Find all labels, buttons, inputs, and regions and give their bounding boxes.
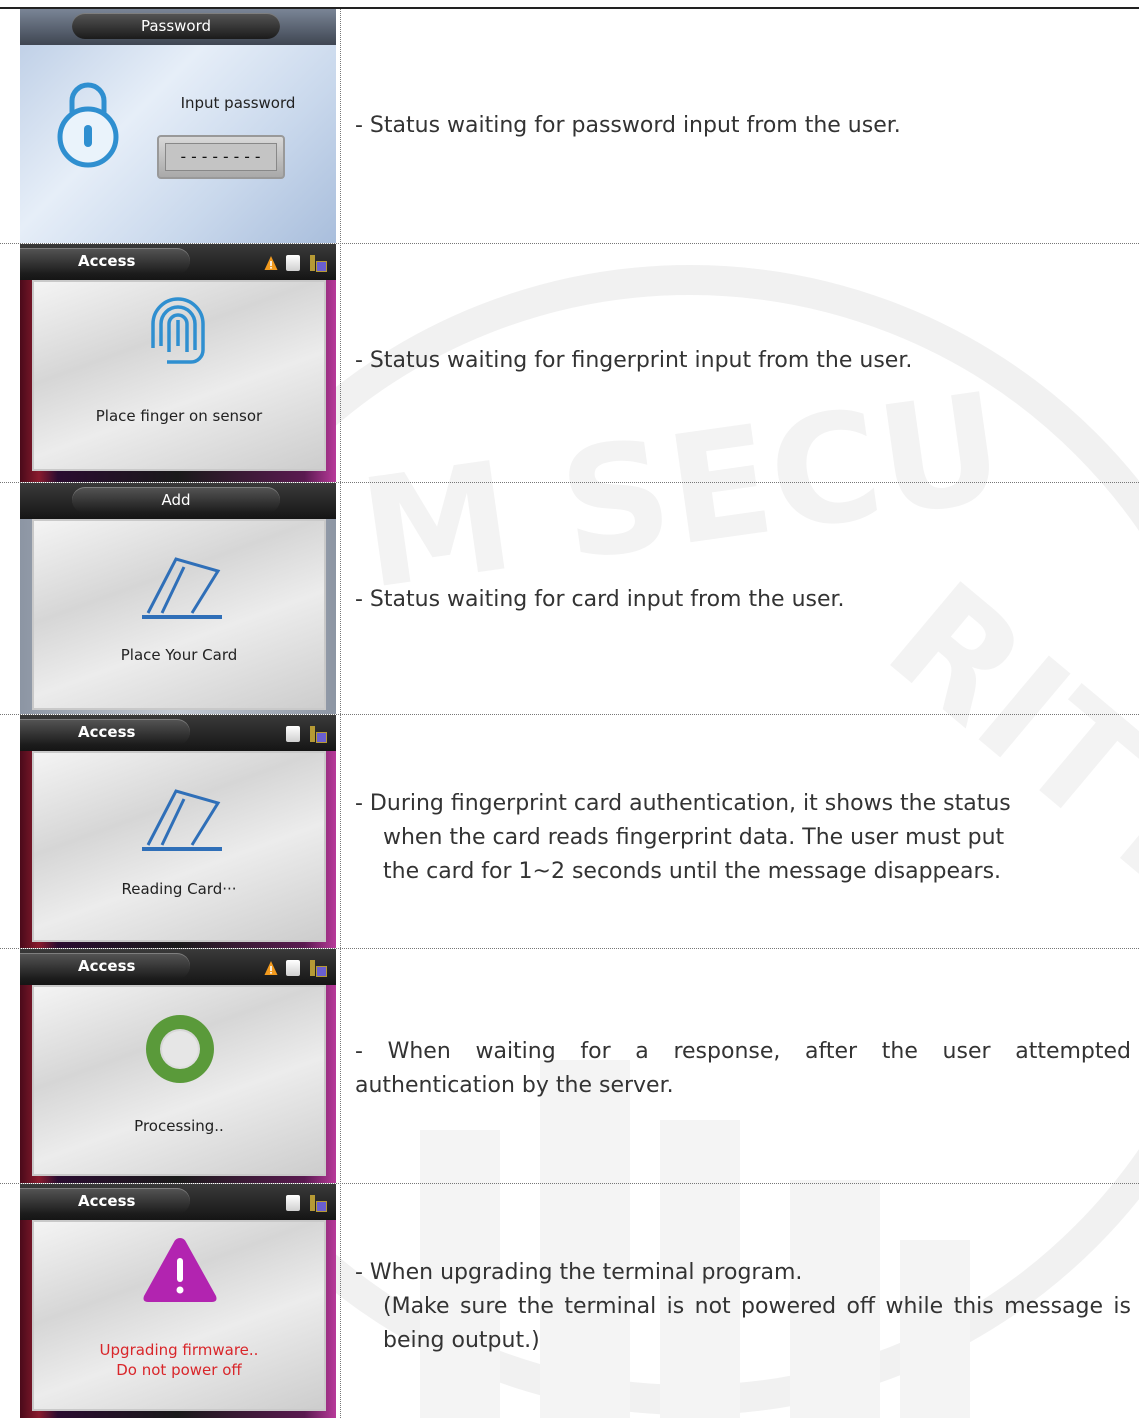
card-icon (286, 960, 300, 976)
screen-title: Access (20, 719, 190, 745)
screen-title: Add (72, 487, 280, 513)
status-message: Upgrading firmware.. Do not power off (34, 1340, 324, 1380)
card-tap-icon (142, 789, 222, 851)
terminal-screen-reading-card: Access Reading Card··· (20, 715, 336, 948)
status-message-line: Do not power off (116, 1361, 242, 1379)
card-tap-icon (142, 557, 222, 619)
row-description: - Status waiting for fingerprint input f… (355, 348, 913, 373)
description-line: when the card reads fingerprint data. Th… (383, 825, 1005, 850)
row-description: - Status waiting for password input from… (355, 113, 901, 138)
message-panel: Processing.. (32, 985, 326, 1176)
top-rule (0, 7, 1139, 9)
status-message: Place finger on sensor (95, 407, 263, 425)
card-icon (286, 1195, 300, 1211)
terminal-screen-processing: Access Processing.. (20, 949, 336, 1183)
row-description: - When upgrading the terminal program. (… (355, 1256, 1131, 1358)
lock-icon (57, 82, 119, 168)
table-row: Access Reading Card··· - During fingerpr… (0, 715, 1139, 948)
status-message: Reading Card··· (121, 880, 237, 898)
title-bar: Access (20, 244, 336, 280)
password-field-value: -------- (165, 143, 277, 171)
screen-title: Password (72, 13, 280, 39)
network-icon (310, 255, 327, 272)
network-icon (310, 1195, 327, 1212)
status-message: Place Your Card (120, 646, 238, 664)
row-divider (0, 948, 1139, 949)
table-row: Access Processing.. - When waiting for a… (0, 949, 1139, 1183)
message-panel: Place finger on sensor (32, 280, 326, 471)
table-row: Add Place Your Card - Status waiting for… (0, 483, 1139, 714)
message-panel: Place Your Card (32, 519, 326, 710)
screen-title: Access (20, 248, 190, 274)
row-divider (0, 482, 1139, 483)
description-line: the card for 1~2 seconds until the messa… (383, 859, 1002, 884)
table-row: Access Upgrading firmware.. Do not power… (0, 1184, 1139, 1418)
screen-title: Access (20, 953, 190, 979)
input-password-label: Input password (180, 94, 296, 112)
table-row: Password Input password -------- - Statu… (0, 9, 1139, 243)
network-icon (310, 726, 327, 743)
warning-icon (264, 961, 278, 975)
network-icon (310, 960, 327, 977)
processing-icon (146, 1015, 214, 1083)
title-bar: Access (20, 1184, 336, 1220)
status-message-line: Upgrading firmware.. (99, 1341, 259, 1359)
row-divider (0, 714, 1139, 715)
title-bar: Password (20, 9, 336, 45)
message-panel: Upgrading firmware.. Do not power off (32, 1220, 326, 1411)
table-row: Access Place finger on sensor - Status w… (0, 244, 1139, 482)
terminal-screen-upgrading: Access Upgrading firmware.. Do not power… (20, 1184, 336, 1418)
title-bar: Access (20, 715, 336, 751)
row-divider (0, 1183, 1139, 1184)
terminal-screen-fingerprint: Access Place finger on sensor (20, 244, 336, 482)
title-bar: Add (20, 483, 336, 519)
row-description: - When waiting for a response, after the… (355, 1039, 1131, 1098)
description-line: - When upgrading the terminal program. (355, 1260, 803, 1285)
card-icon (286, 726, 300, 742)
title-bar: Access (20, 949, 336, 985)
card-icon (286, 255, 300, 271)
description-line: - During fingerprint card authentication… (355, 791, 1011, 816)
password-field: -------- (157, 135, 285, 179)
terminal-screen-card: Add Place Your Card (20, 483, 336, 714)
message-panel: Reading Card··· (32, 751, 326, 942)
terminal-screen-password: Password Input password -------- (20, 9, 336, 243)
description-line: (Make sure the terminal is not powered o… (383, 1294, 1131, 1353)
row-divider (0, 243, 1139, 244)
status-message: Processing.. (134, 1117, 224, 1135)
row-description: - Status waiting for card input from the… (355, 587, 845, 612)
row-description: - During fingerprint card authentication… (355, 787, 1131, 889)
warning-icon (264, 256, 278, 270)
screen-title: Access (20, 1188, 190, 1214)
warning-triangle-icon (143, 1238, 217, 1302)
fingerprint-icon (151, 297, 205, 364)
